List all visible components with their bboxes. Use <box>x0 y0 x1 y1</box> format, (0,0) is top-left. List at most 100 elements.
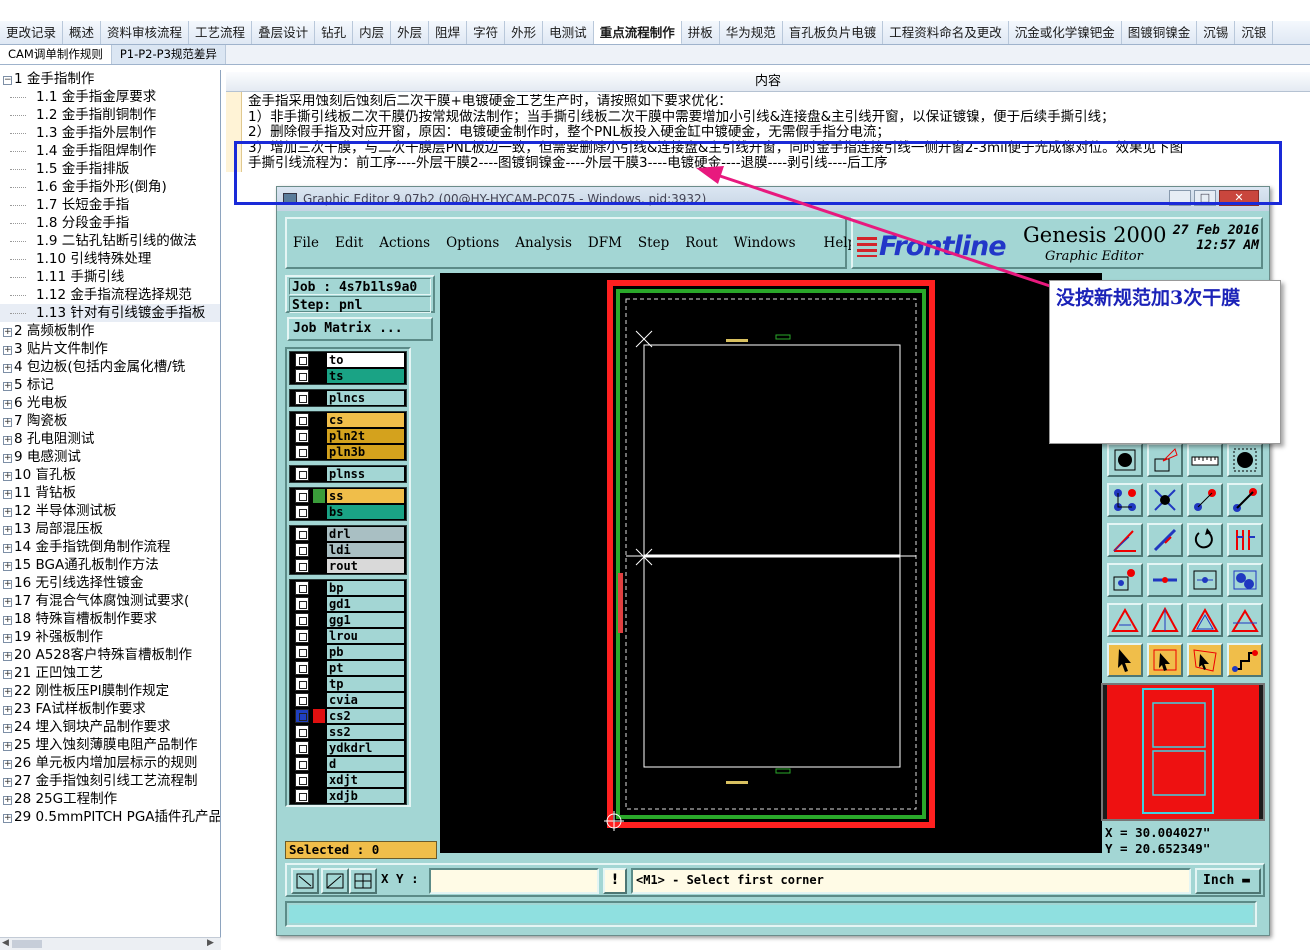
expand-icon[interactable]: + <box>3 616 12 625</box>
layer-row-rout[interactable]: rout <box>290 558 406 574</box>
tree-section-item[interactable]: +8 孔电阻测试 <box>0 430 220 448</box>
job-matrix-button[interactable]: Job Matrix ... <box>287 317 433 341</box>
tree-child-item[interactable]: 1.3 金手指外层制作 <box>0 124 220 142</box>
rotate-icon[interactable] <box>1187 523 1223 557</box>
tree-section-item[interactable]: +10 盲孔板 <box>0 466 220 484</box>
tab-3[interactable]: 工艺流程 <box>189 21 253 44</box>
expand-icon[interactable]: + <box>3 580 12 589</box>
layer-row-plncs[interactable]: plncs <box>290 390 406 406</box>
layer-row-ss[interactable]: ss <box>290 488 406 504</box>
expand-icon[interactable]: + <box>3 688 12 697</box>
layer-name[interactable]: gg1 <box>327 613 404 627</box>
select-pointer-icon[interactable] <box>1107 643 1143 677</box>
menu-actions[interactable]: Actions <box>379 235 430 251</box>
overview-navigator[interactable] <box>1101 683 1265 821</box>
layer-checkbox[interactable] <box>295 693 309 707</box>
expand-icon[interactable]: + <box>3 814 12 823</box>
mirror-icon[interactable] <box>1227 523 1263 557</box>
execute-button[interactable]: ! <box>603 868 627 894</box>
layer-row-cvia[interactable]: cvia <box>290 692 406 708</box>
expand-icon[interactable]: + <box>3 742 12 751</box>
tab-17[interactable]: 沉金或化学镍钯金 <box>1009 21 1122 44</box>
layer-checkbox[interactable] <box>295 391 309 405</box>
tree-child-item[interactable]: 1.9 二钻孔钻断引线的做法 <box>0 232 220 250</box>
layer-row-xdjt[interactable]: xdjt <box>290 772 406 788</box>
layer-name[interactable]: cvia <box>327 693 404 707</box>
menu-rout[interactable]: Rout <box>685 235 717 251</box>
layer-checkbox[interactable] <box>295 489 309 503</box>
layer-name[interactable]: pln2t <box>327 429 404 443</box>
tree-section-item[interactable]: +5 标记 <box>0 376 220 394</box>
tree-section-item[interactable]: +18 特殊盲槽板制作要求 <box>0 610 220 628</box>
layer-name[interactable]: xdjb <box>327 789 404 803</box>
layer-row-gd1[interactable]: gd1 <box>290 596 406 612</box>
distance-icon[interactable] <box>1187 563 1223 597</box>
layer-name[interactable]: lrou <box>327 629 404 643</box>
expand-icon[interactable]: + <box>3 454 12 463</box>
tab-18[interactable]: 图镀铜镍金 <box>1122 21 1198 44</box>
layer-checkbox[interactable] <box>295 581 309 595</box>
slash-line-icon[interactable] <box>1147 523 1183 557</box>
layer-row-ts[interactable]: ts <box>290 368 406 384</box>
menu-file[interactable]: File <box>293 235 319 251</box>
layer-name[interactable]: ts <box>327 369 404 383</box>
grid-icon[interactable] <box>349 868 377 894</box>
layer-name[interactable]: cs2 <box>327 709 404 723</box>
tab-4[interactable]: 叠层设计 <box>252 21 316 44</box>
layer-row-cs2[interactable]: cs2 <box>290 708 406 724</box>
triangle-d-icon[interactable] <box>1227 603 1263 637</box>
tree-section-item[interactable]: +21 正凹蚀工艺 <box>0 664 220 682</box>
snap-icon[interactable] <box>321 868 349 894</box>
tree-section-item[interactable]: +4 包边板(包括内金属化槽/铣 <box>0 358 220 376</box>
expand-icon[interactable]: + <box>3 778 12 787</box>
expand-icon[interactable]: + <box>3 490 12 499</box>
tree-section-item[interactable]: +11 背钻板 <box>0 484 220 502</box>
tab-19[interactable]: 沉锡 <box>1197 21 1236 44</box>
tree-section-item[interactable]: +22 刚性板压PI膜制作规定 <box>0 682 220 700</box>
layer-name[interactable]: xdjt <box>327 773 404 787</box>
select-box-icon[interactable] <box>1147 643 1183 677</box>
tree-section-item[interactable]: +28 25G工程制作 <box>0 790 220 808</box>
layer-name[interactable]: ss2 <box>327 725 404 739</box>
tree-section-item[interactable]: +15 BGA通孔板制作方法 <box>0 556 220 574</box>
tab-16[interactable]: 工程资料命名及更改 <box>883 21 1009 44</box>
layer-checkbox[interactable] <box>295 543 309 557</box>
layer-row-pln2t[interactable]: pln2t <box>290 428 406 444</box>
tree-section-item[interactable]: +29 0.5mmPITCH PGA插件孔产品 <box>0 808 220 826</box>
tree-section-item[interactable]: +23 FA试样板制作要求 <box>0 700 220 718</box>
layer-checkbox[interactable] <box>295 789 309 803</box>
layer-row-ldi[interactable]: ldi <box>290 542 406 558</box>
tab-20[interactable]: 沉银 <box>1235 21 1274 44</box>
expand-icon[interactable]: + <box>3 634 12 643</box>
layer-checkbox[interactable] <box>295 645 309 659</box>
expand-icon[interactable]: + <box>3 382 12 391</box>
layer-checkbox[interactable] <box>295 677 309 691</box>
layer-checkbox[interactable] <box>295 661 309 675</box>
tree-child-item[interactable]: 1.11 手撕引线 <box>0 268 220 286</box>
layer-checkbox[interactable] <box>295 773 309 787</box>
tree-child-item[interactable]: 1.8 分段金手指 <box>0 214 220 232</box>
triangle-b-icon[interactable] <box>1147 603 1183 637</box>
tree-section-item[interactable]: +24 埋入铜块产品制作要求 <box>0 718 220 736</box>
layer-name[interactable]: pb <box>327 645 404 659</box>
expand-icon[interactable]: + <box>3 364 12 373</box>
menu-dfm[interactable]: DFM <box>588 235 622 251</box>
layer-row-cs[interactable]: cs <box>290 412 406 428</box>
layer-name[interactable]: bp <box>327 581 404 595</box>
tab-2[interactable]: 资料审核流程 <box>101 21 190 44</box>
tree-child-item[interactable]: 1.5 金手指排版 <box>0 160 220 178</box>
tree-section-item[interactable]: +20 A528客户特殊盲槽板制作 <box>0 646 220 664</box>
layer-row-gg1[interactable]: gg1 <box>290 612 406 628</box>
layer-checkbox[interactable] <box>295 559 309 573</box>
tree-section-item[interactable]: +14 金手指铣倒角制作流程 <box>0 538 220 556</box>
layer-checkbox[interactable] <box>295 527 309 541</box>
tree-section-item[interactable]: +3 贴片文件制作 <box>0 340 220 358</box>
layer-name[interactable]: rout <box>327 559 404 573</box>
line-mid-icon[interactable] <box>1147 563 1183 597</box>
layer-checkbox[interactable] <box>295 429 309 443</box>
tree-section-item[interactable]: +13 局部混压板 <box>0 520 220 538</box>
tab-15[interactable]: 盲孔板负片电镀 <box>783 21 884 44</box>
layer-row-tp[interactable]: tp <box>290 676 406 692</box>
layer-row-pt[interactable]: pt <box>290 660 406 676</box>
tab-5[interactable]: 钻孔 <box>315 21 354 44</box>
